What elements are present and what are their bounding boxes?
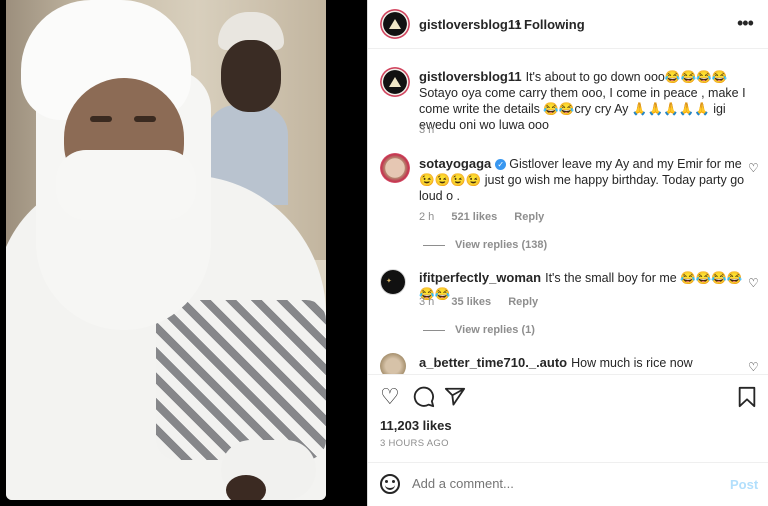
verified-badge-icon: ✓ (495, 159, 507, 171)
more-options-icon[interactable]: ••• (737, 13, 754, 34)
author-avatar[interactable] (380, 9, 410, 39)
comment-like-heart-icon[interactable]: ♡ (748, 161, 759, 175)
share-direct-icon[interactable] (444, 386, 466, 408)
post-actions: ♡ 11,203 likes 3 HOURS AGO (368, 374, 768, 464)
add-comment-bar: Post (368, 462, 768, 506)
emoji-icon[interactable] (380, 474, 400, 494)
header-separator: • (516, 16, 521, 31)
comment-reply-button[interactable]: Reply (514, 211, 544, 223)
comment-likes[interactable]: 521 likes (451, 211, 497, 223)
post-header: gistloversblog11 • Following ••• (368, 0, 768, 49)
comment-time[interactable]: 3 h (419, 296, 434, 308)
caption-username[interactable]: gistloversblog11 (419, 69, 522, 84)
view-replies-button[interactable]: View replies (1) (423, 324, 535, 336)
caption-avatar[interactable] (380, 67, 410, 97)
comment-username[interactable]: sotayogaga (419, 156, 491, 171)
comment-body: How much is rice now (571, 356, 693, 370)
comments-list[interactable]: gistloversblog11 It's about to go down oo… (368, 50, 768, 374)
comment-input[interactable] (412, 476, 712, 491)
author-username[interactable]: gistloversblog11 (419, 17, 522, 32)
image-neck-wrap (56, 150, 196, 220)
like-heart-icon[interactable]: ♡ (380, 385, 400, 409)
likes-count[interactable]: 11,203 likes (380, 418, 452, 433)
view-replies-button[interactable]: View replies (138) (423, 239, 547, 251)
comment-username[interactable]: a_better_time710._.auto (419, 355, 567, 370)
comment-avatar[interactable] (380, 153, 410, 183)
comment-avatar[interactable]: ✦ (380, 269, 406, 295)
comment-bubble-icon[interactable] (413, 386, 435, 408)
post-image (6, 0, 326, 500)
post-media[interactable] (0, 0, 332, 506)
post-comment-button[interactable]: Post (730, 477, 758, 492)
comment-like-heart-icon[interactable]: ♡ (748, 276, 759, 290)
comment-text: a_better_time710._.auto How much is rice … (419, 355, 749, 371)
comment-likes[interactable]: 35 likes (451, 296, 491, 308)
avatar-logo-text: ✦ (386, 277, 392, 285)
image-hand (226, 475, 266, 500)
comment-meta: 2 h 521 likes Reply (419, 211, 558, 223)
caption-time[interactable]: 3 h (419, 124, 434, 136)
image-boy-head (221, 40, 281, 112)
post-timestamp[interactable]: 3 HOURS AGO (380, 438, 449, 449)
comment-meta: 3 h 35 likes Reply (419, 296, 552, 308)
following-button[interactable]: Following (524, 17, 585, 32)
comment-username[interactable]: ifitperfectly_woman (419, 270, 541, 285)
save-bookmark-icon[interactable] (737, 386, 757, 408)
comment-avatar[interactable] (380, 353, 406, 374)
caption-text: gistloversblog11 It's about to go down oo… (419, 69, 749, 133)
caption-meta: 3 h (419, 124, 448, 136)
comment-like-heart-icon[interactable]: ♡ (748, 360, 759, 374)
comment-reply-button[interactable]: Reply (508, 296, 538, 308)
comment-time[interactable]: 2 h (419, 211, 434, 223)
comment-text: sotayogaga ✓ Gistlover leave my Ay and my … (419, 156, 749, 204)
post-panel: gistloversblog11 • Following ••• gistlov… (367, 0, 768, 506)
image-robe-pattern (156, 300, 326, 460)
